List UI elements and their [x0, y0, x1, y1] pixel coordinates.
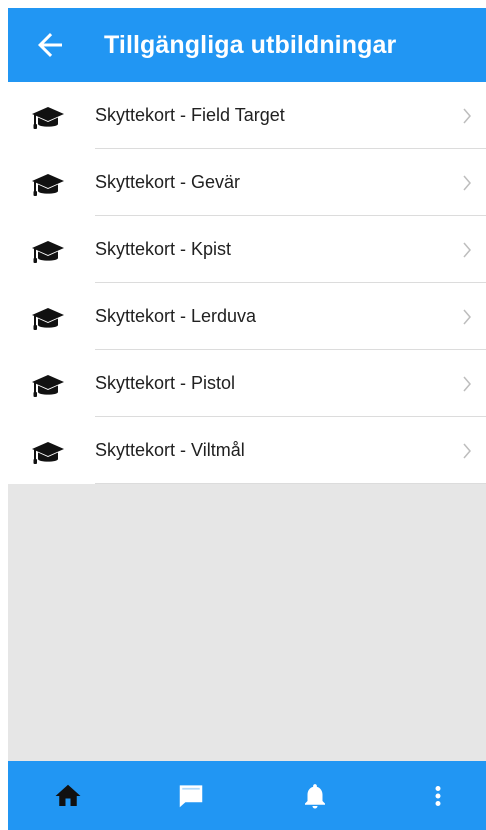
course-label: Skyttekort - Lerduva — [95, 306, 257, 326]
back-button[interactable] — [32, 27, 68, 63]
course-item[interactable]: Skyttekort - Kpist — [8, 216, 486, 283]
graduation-cap-icon — [31, 373, 65, 399]
graduation-cap-icon — [31, 239, 65, 265]
graduation-cap-icon — [31, 306, 65, 332]
course-label: Skyttekort - Viltmål — [95, 440, 245, 460]
nav-more-button[interactable] — [423, 781, 453, 811]
chevron-right-icon — [462, 309, 472, 325]
home-icon — [53, 781, 83, 811]
bell-icon — [300, 781, 330, 811]
course-item[interactable]: Skyttekort - Lerduva — [8, 283, 486, 350]
course-list: Skyttekort - Field Target Skyttekort - G… — [8, 82, 486, 484]
chat-icon — [176, 781, 206, 811]
chevron-right-icon — [462, 443, 472, 459]
chevron-right-icon — [462, 376, 472, 392]
chevron-right-icon — [462, 108, 472, 124]
chevron-right-icon — [462, 242, 472, 258]
course-label: Skyttekort - Pistol — [95, 373, 236, 393]
nav-chat-button[interactable] — [176, 781, 206, 811]
app-screen: Tillgängliga utbildningar Skyttekort - F… — [8, 8, 486, 830]
app-bar: Tillgängliga utbildningar — [8, 8, 486, 82]
bottom-nav — [8, 761, 486, 830]
course-item[interactable]: Skyttekort - Gevär — [8, 149, 486, 216]
graduation-cap-icon — [31, 105, 65, 131]
nav-notifications-button[interactable] — [300, 781, 330, 811]
course-label: Skyttekort - Kpist — [95, 239, 232, 259]
course-item[interactable]: Skyttekort - Viltmål — [8, 417, 486, 484]
course-label: Skyttekort - Gevär — [95, 172, 241, 192]
graduation-cap-icon — [31, 440, 65, 466]
chevron-right-icon — [462, 175, 472, 191]
nav-home-button[interactable] — [53, 781, 83, 811]
arrow-left-icon — [32, 27, 68, 63]
graduation-cap-icon — [31, 172, 65, 198]
course-item[interactable]: Skyttekort - Pistol — [8, 350, 486, 417]
more-vertical-icon — [423, 781, 453, 811]
page-title: Tillgängliga utbildningar — [104, 31, 397, 59]
divider — [95, 483, 486, 484]
course-label: Skyttekort - Field Target — [95, 105, 285, 125]
course-item[interactable]: Skyttekort - Field Target — [8, 82, 486, 149]
